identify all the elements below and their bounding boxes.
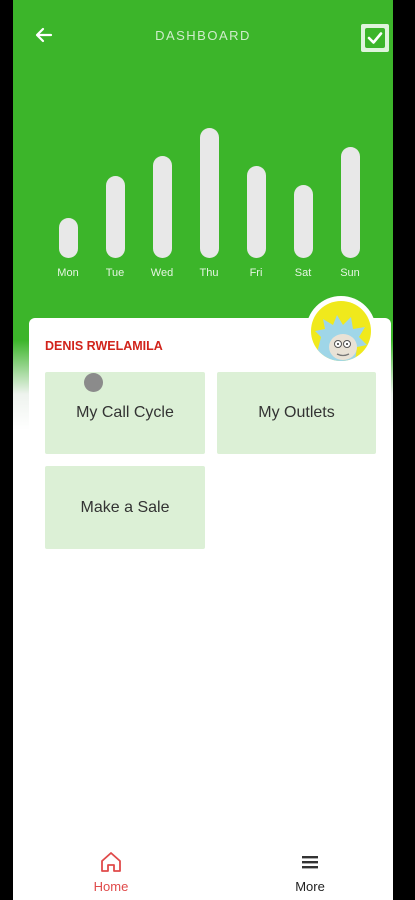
touch-indicator: [84, 373, 103, 392]
weekly-bar-chart: Mon Tue Wed Thu Fri Sat Sun: [13, 110, 393, 290]
menu-icon: [302, 856, 318, 869]
make-a-sale-tile[interactable]: Make a Sale: [45, 466, 205, 549]
nav-home-label: Home: [93, 879, 129, 894]
checkbox-checked-icon: [365, 28, 385, 48]
user-name: DENIS RWELAMILA: [45, 339, 163, 353]
avatar[interactable]: [306, 296, 376, 366]
chart-bar-fri: [246, 166, 266, 258]
chart-day-label: Sun: [340, 267, 360, 279]
tile-label: My Outlets: [258, 404, 335, 421]
home-icon: [101, 852, 121, 872]
chart-day-label: Sat: [294, 267, 312, 279]
chart-bar-thu: [199, 128, 219, 258]
chart-day-label: Thu: [199, 267, 219, 279]
tile-label: Make a Sale: [80, 498, 170, 516]
chart-bar-sun: [340, 147, 360, 258]
nav-more-label: More: [295, 879, 325, 894]
bottom-navigation: Home More: [13, 842, 393, 900]
confirm-button[interactable]: [361, 24, 389, 52]
chart-day-label: Tue: [105, 267, 125, 279]
tile-label: My Call Cycle: [76, 404, 174, 421]
chart-day-label: Wed: [150, 267, 174, 279]
chart-day-label: Fri: [249, 267, 263, 279]
my-call-cycle-tile[interactable]: My Call Cycle: [45, 372, 205, 454]
my-outlets-tile[interactable]: My Outlets: [217, 372, 376, 454]
chart-bar-mon: [58, 218, 78, 258]
chart-bar-sat: [293, 185, 313, 258]
nav-home[interactable]: Home: [56, 842, 166, 900]
nav-more[interactable]: More: [255, 842, 365, 900]
chart-bar-wed: [152, 156, 172, 258]
page-title: DASHBOARD: [155, 28, 251, 43]
app-screen: DASHBOARD Mon Tue Wed Thu Fri Sat Sun DENIS RW…: [13, 0, 393, 900]
avatar-image: [311, 301, 371, 361]
chart-day-label: Mon: [57, 267, 79, 279]
chart-bar-tue: [105, 176, 125, 258]
avatar-character-icon: [315, 315, 367, 361]
